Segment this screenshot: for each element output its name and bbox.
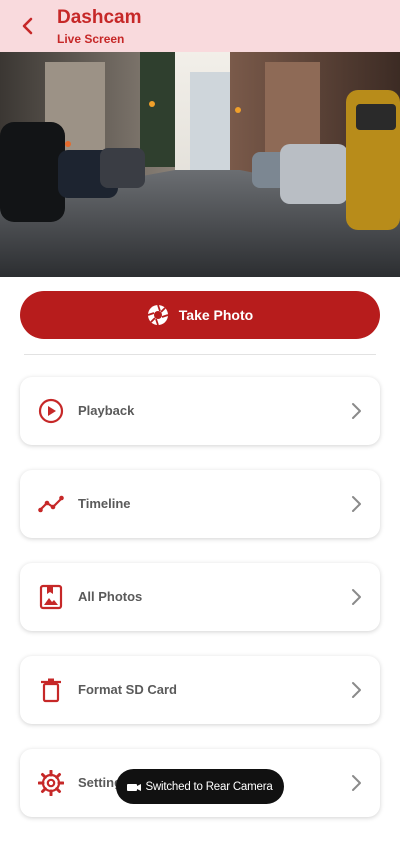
chevron-right-icon	[352, 682, 361, 698]
photo-album-icon	[39, 584, 63, 610]
chevron-right-icon	[352, 589, 361, 605]
menu-item-all-photos[interactable]: All Photos	[20, 563, 380, 631]
chevron-right-icon	[352, 403, 361, 419]
menu-item-label: All Photos	[78, 589, 143, 604]
gear-icon	[38, 770, 64, 796]
menu-item-label: Format SD Card	[78, 682, 177, 697]
menu-item-format-sd-card[interactable]: Format SD Card	[20, 656, 380, 724]
back-button[interactable]	[14, 12, 42, 40]
toast-message: Switched to Rear Camera	[145, 780, 273, 793]
camera-icon	[127, 783, 142, 791]
divider	[24, 354, 376, 355]
page-title: Dashcam	[57, 7, 142, 28]
take-photo-button[interactable]: Take Photo	[20, 291, 380, 339]
camera-shutter-icon	[147, 304, 169, 326]
chevron-right-icon	[352, 775, 361, 791]
page-subtitle: Live Screen	[57, 32, 125, 46]
play-circle-icon	[38, 398, 64, 424]
menu-item-playback[interactable]: Playback	[20, 377, 380, 445]
take-photo-label: Take Photo	[178, 307, 254, 323]
timeline-icon	[38, 495, 64, 513]
menu-item-timeline[interactable]: Timeline	[20, 470, 380, 538]
toast-notification: Switched to Rear Camera	[116, 769, 284, 804]
back-arrow-icon	[22, 17, 33, 35]
live-camera-view	[0, 52, 400, 277]
menu-item-label: Timeline	[78, 496, 131, 511]
chevron-right-icon	[352, 496, 361, 512]
menu-item-label: Playback	[78, 403, 135, 418]
trash-icon	[41, 678, 61, 703]
app-header: Dashcam Live Screen	[0, 0, 400, 52]
